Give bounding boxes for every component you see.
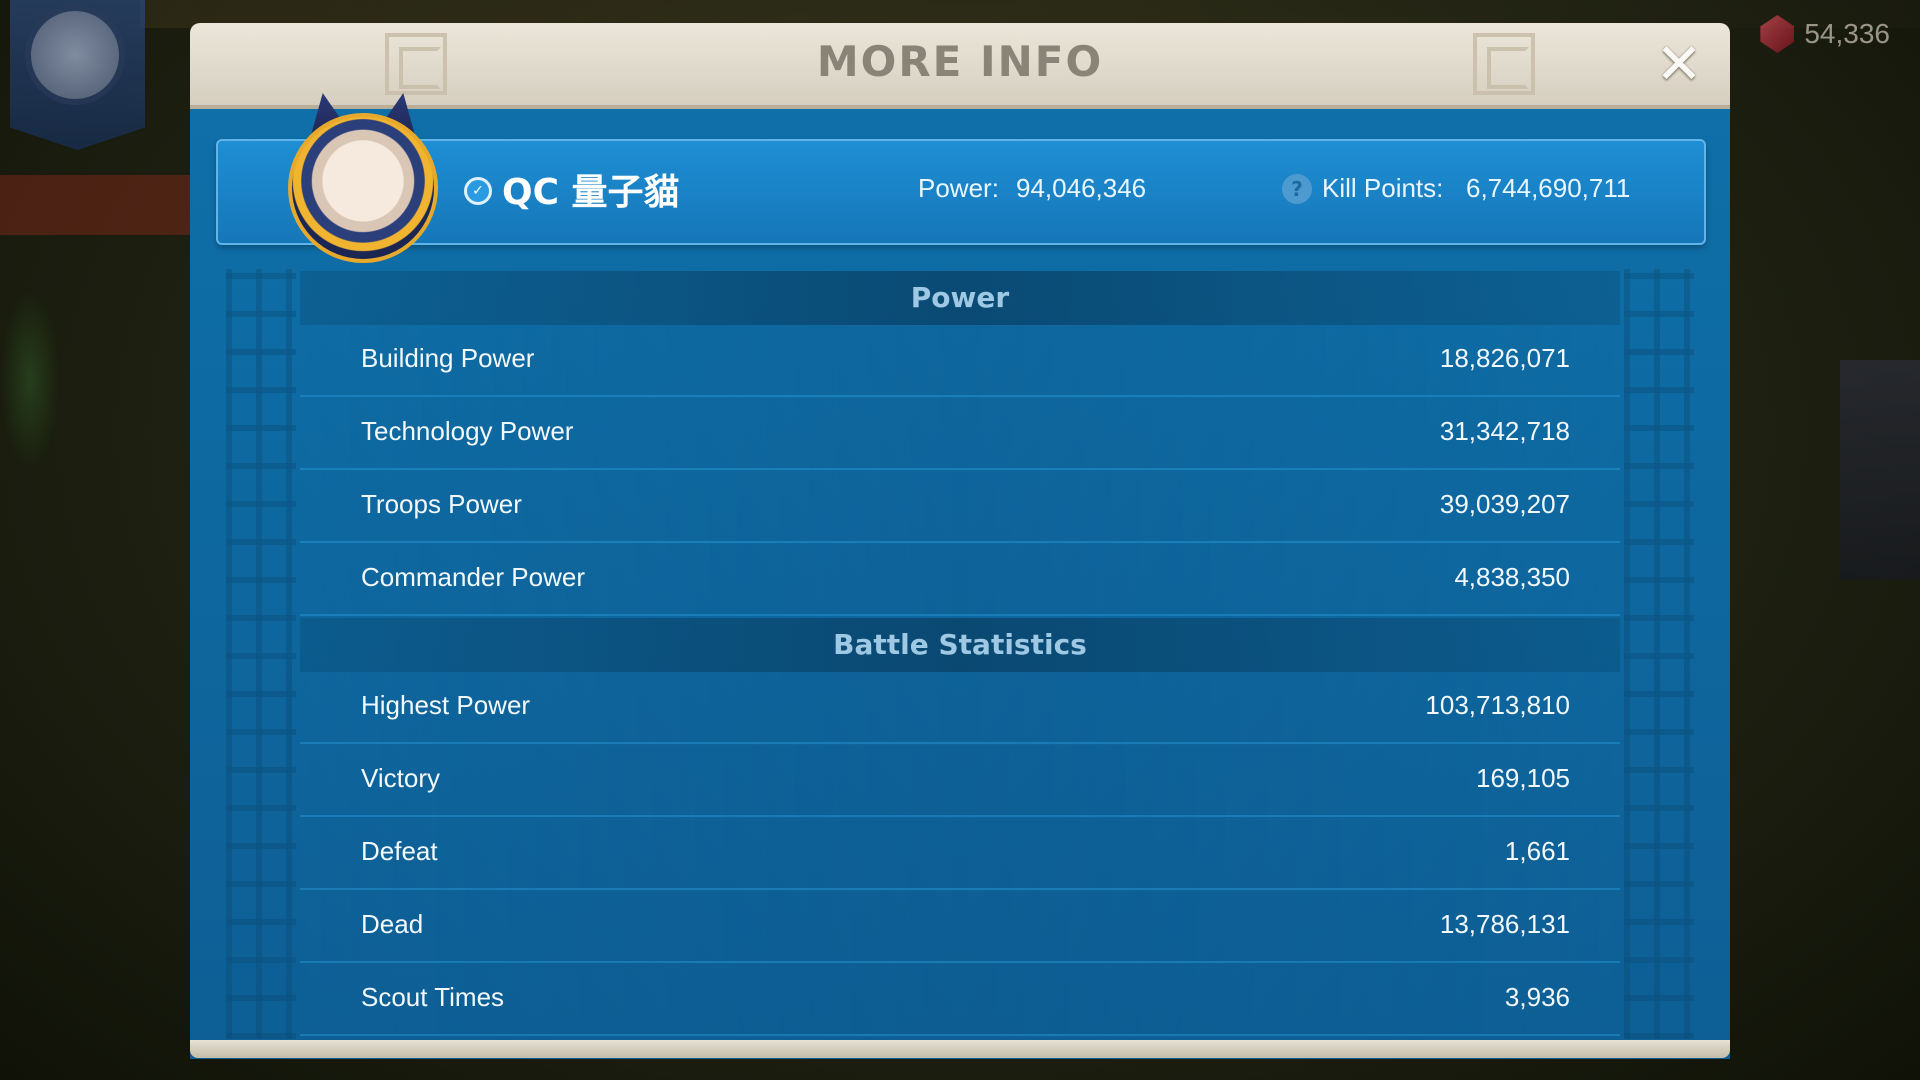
power-value: 94,046,346 — [1016, 173, 1147, 203]
player-name: QC 量子貓 — [502, 172, 680, 213]
background-tree — [0, 290, 60, 470]
close-button[interactable]: ✕ — [1653, 32, 1705, 97]
stat-row-scout-times: Scout Times 3,936 — [300, 964, 1620, 1036]
stat-label: Troops Power — [361, 489, 522, 519]
stat-label: Highest Power — [361, 690, 531, 720]
stat-label: Building Power — [361, 343, 535, 373]
section-header-power: Power — [300, 271, 1620, 325]
meander-pattern — [1624, 269, 1694, 1039]
stat-value: 103,713,810 — [1425, 690, 1570, 720]
modal-body[interactable]: Power Building Power 18,826,071 Technolo… — [190, 109, 1730, 1059]
stat-value: 1,661 — [1504, 836, 1570, 866]
stat-row-troops-power: Troops Power 39,039,207 — [300, 471, 1620, 543]
help-icon[interactable]: ? — [1282, 174, 1312, 204]
stat-label: Commander Power — [361, 562, 585, 592]
modal-bottom-border — [190, 1040, 1730, 1058]
background-avatar — [25, 5, 125, 105]
stat-row-dead: Dead 13,786,131 — [300, 891, 1620, 963]
stat-label: Technology Power — [361, 416, 574, 446]
stat-row-commander-power: Commander Power 4,838,350 — [300, 544, 1620, 616]
more-info-modal: MORE INFO ✕ Power Building Power 18,826,… — [190, 23, 1730, 1059]
gem-icon — [1760, 15, 1795, 53]
stat-label: Defeat — [361, 836, 438, 866]
kill-points-label: Kill Points: — [1322, 173, 1444, 203]
background-building — [1840, 360, 1920, 580]
stat-label: Scout Times — [361, 982, 505, 1012]
stat-row-technology-power: Technology Power 31,342,718 — [300, 398, 1620, 470]
stat-label: Dead — [361, 909, 424, 939]
stat-row-building-power: Building Power 18,826,071 — [300, 325, 1620, 397]
stat-row-victory: Victory 169,105 — [300, 745, 1620, 817]
stat-value: 31,342,718 — [1439, 416, 1570, 446]
close-icon: ✕ — [1655, 32, 1703, 97]
gems-counter: 54,336 — [1760, 14, 1890, 54]
stat-label: Victory — [361, 763, 440, 793]
kill-points-value: 6,744,690,711 — [1466, 173, 1631, 203]
stat-value: 4,838,350 — [1454, 562, 1570, 592]
background-scenery — [0, 175, 190, 235]
stat-value: 13,786,131 — [1439, 909, 1570, 939]
modal-header: MORE INFO ✕ — [190, 23, 1730, 109]
stat-value: 3,936 — [1504, 982, 1570, 1012]
stat-row-highest-power: Highest Power 103,713,810 — [300, 672, 1620, 744]
stat-row-defeat: Defeat 1,661 — [300, 818, 1620, 890]
modal-title: MORE INFO — [816, 37, 1104, 86]
stat-value: 169,105 — [1476, 763, 1570, 793]
stat-value: 39,039,207 — [1439, 489, 1570, 519]
verified-icon: ✓ — [464, 177, 492, 205]
section-header-battle-statistics: Battle Statistics — [300, 618, 1620, 672]
meander-pattern — [226, 269, 296, 1039]
stat-value: 18,826,071 — [1439, 343, 1570, 373]
power-label: Power: — [918, 173, 999, 203]
player-summary-bar: ✓ QC 量子貓 Power: 94,046,346 ? Kill Points… — [216, 93, 1706, 263]
gems-value: 54,336 — [1804, 18, 1890, 49]
avatar[interactable] — [288, 113, 438, 263]
